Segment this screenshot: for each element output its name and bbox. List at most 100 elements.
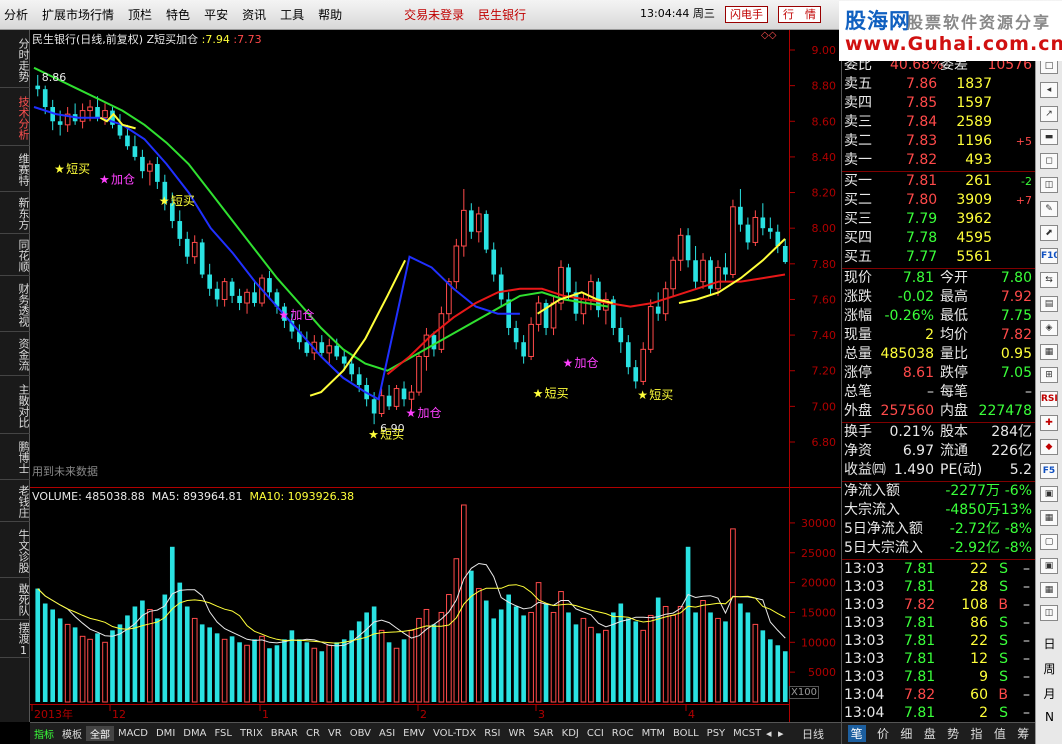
indicator-tab-20[interactable]: CCI <box>583 728 608 739</box>
indicator-tab-9[interactable]: BRAR <box>267 728 302 739</box>
indicator-tab-7[interactable]: FSL <box>210 728 236 739</box>
panel2-icon[interactable]: ▣ <box>1040 557 1058 574</box>
grid3-icon[interactable]: ▦ <box>1040 581 1058 598</box>
indicator-tab-2[interactable]: 模板 <box>58 726 86 741</box>
switch-icon[interactable]: ⇆ <box>1040 272 1058 289</box>
list-icon[interactable]: ▤ <box>1040 296 1058 312</box>
indicator-tab-10[interactable]: CR <box>302 728 324 739</box>
indicator-tab-8[interactable]: TRIX <box>236 728 267 739</box>
indicator-tab-4[interactable]: MACD <box>114 728 152 739</box>
ask-row-2: 卖二 7.83 1196 +5 <box>842 132 1035 151</box>
grid-icon[interactable]: ▦ <box>1040 343 1058 360</box>
ask-price: 7.85 <box>906 95 938 111</box>
fundamental-value: 284亿 <box>991 424 1032 440</box>
left-tab-8[interactable]: 主散对比 <box>0 376 30 434</box>
quote-button[interactable]: 行 情 <box>778 6 821 23</box>
panel-icon[interactable]: ▣ <box>1040 486 1058 503</box>
indicator-tab-14[interactable]: EMV <box>399 728 429 739</box>
fundamental-value: 1.490 <box>893 462 934 478</box>
left-tab-3[interactable]: 维赛特 <box>0 146 30 192</box>
price-tick-label: 6.80 <box>812 436 837 449</box>
signal-star-icon: ★ <box>637 388 648 402</box>
left-tab-10[interactable]: 老钱庄 <box>0 480 30 522</box>
chart-control-icons[interactable]: ◇◇ <box>761 30 776 41</box>
trend-icon[interactable]: ↗ <box>1040 105 1058 122</box>
kline-chart[interactable]: 9.00 8.80 8.60 8.40 8.20 8.00 7.80 7.60 7.40 7.20… <box>30 30 841 722</box>
left-tab-5[interactable]: 同花顺 <box>0 234 30 276</box>
indicator-tab-1[interactable]: 指标 <box>30 726 58 741</box>
indicator-tab-11[interactable]: VR <box>324 728 346 739</box>
back-icon[interactable]: ◂ <box>1040 81 1058 98</box>
indicator-tab-22[interactable]: MTM <box>638 728 669 739</box>
indicator-tab-17[interactable]: WR <box>504 728 529 739</box>
left-tab-11[interactable]: 牛文诊股 <box>0 522 30 578</box>
quote-tab-1[interactable]: 笔 <box>847 725 866 742</box>
money-flow-row-1: 净流入额 -2277万 -6% <box>842 482 1035 501</box>
cross-icon[interactable]: ✚ <box>1040 415 1058 431</box>
menu-news[interactable]: 资讯 <box>235 1 273 29</box>
diamond-icon[interactable]: ◈ <box>1040 319 1058 336</box>
left-tab-7[interactable]: 资金流 <box>0 332 30 376</box>
indicator-tab-21[interactable]: ROC <box>608 728 638 739</box>
quote-tab-7[interactable]: 值 <box>994 725 1006 742</box>
f10-icon[interactable]: F10 <box>1040 248 1058 265</box>
menu-analysis[interactable]: 分析 <box>0 1 35 29</box>
left-tab-2[interactable]: 技术分析 <box>0 88 30 146</box>
plus-box-icon[interactable]: ⊞ <box>1040 367 1058 384</box>
f5-icon[interactable]: F5 <box>1040 462 1058 479</box>
period-label[interactable]: 日线 <box>802 726 824 742</box>
indicator-tab-13[interactable]: ASI <box>375 728 399 739</box>
split2-icon[interactable]: ◫ <box>1040 605 1058 622</box>
frame-icon[interactable]: ▢ <box>1040 534 1058 550</box>
left-tab-12[interactable]: 敢死队 <box>0 578 30 620</box>
left-tab-13[interactable]: 摆渡1 <box>0 620 30 658</box>
grid2-icon[interactable]: ▦ <box>1040 510 1058 527</box>
arrow-icon[interactable]: ⬈ <box>1040 224 1058 241</box>
menu-pingan[interactable]: 平安 <box>197 1 235 29</box>
bar-icon[interactable]: ▬ <box>1040 129 1058 146</box>
indicator-tab-12[interactable]: OBV <box>346 728 375 739</box>
quote-tab-2[interactable]: 价 <box>877 725 889 742</box>
menu-top-bar[interactable]: 顶栏 <box>121 1 159 29</box>
kline-chart-area[interactable]: 9.00 8.80 8.60 8.40 8.20 8.00 7.80 7.60 7.40 7.20… <box>30 30 841 722</box>
indicator-tab-19[interactable]: KDJ <box>558 728 583 739</box>
period-button-2[interactable]: 周 <box>1036 660 1062 677</box>
indicator-tab-24[interactable]: PSY <box>703 728 730 739</box>
quote-tab-4[interactable]: 盘 <box>924 725 936 742</box>
box-icon[interactable]: ◻ <box>1040 153 1058 170</box>
split-icon[interactable]: ◫ <box>1040 177 1058 193</box>
menu-features[interactable]: 特色 <box>159 1 197 29</box>
quote-tab-5[interactable]: 势 <box>947 725 959 742</box>
left-tab-6[interactable]: 财务透视 <box>0 276 30 332</box>
menu-extended-market[interactable]: 扩展市场行情 <box>35 1 121 29</box>
indicator-tab-3[interactable]: 全部 <box>86 726 114 741</box>
menu-help[interactable]: 帮助 <box>311 1 349 29</box>
candle-body-down <box>35 85 41 90</box>
period-button-1[interactable]: 日 <box>1036 635 1062 652</box>
flash-trade-button[interactable]: 闪电手 <box>725 6 768 23</box>
indicator-tab-18[interactable]: SAR <box>529 728 557 739</box>
trade-login-status[interactable]: 交易未登录 <box>397 1 471 29</box>
indicator-tab-15[interactable]: VOL-TDX <box>429 728 480 739</box>
left-tab-4[interactable]: 新东方 <box>0 192 30 234</box>
indicator-tab-5[interactable]: DMI <box>152 728 179 739</box>
draw-icon[interactable]: ✎ <box>1040 200 1058 217</box>
indicator-tab-6[interactable]: DMA <box>179 728 210 739</box>
ask-price: 7.86 <box>906 76 938 92</box>
indicator-tab-23[interactable]: BOLL <box>669 728 703 739</box>
stat-label: 外盘 <box>844 403 872 419</box>
left-tab-1[interactable]: 分时走势 <box>0 30 30 88</box>
period-button-3[interactable]: 月 <box>1036 685 1062 702</box>
scroll-left-icon[interactable]: ◂ <box>766 727 772 740</box>
indicator-tab-16[interactable]: RSI <box>480 728 504 739</box>
quote-tab-3[interactable]: 细 <box>900 725 912 742</box>
quote-tab-6[interactable]: 指 <box>971 725 983 742</box>
left-tab-9[interactable]: 鹏博士 <box>0 434 30 480</box>
diamond-red-icon[interactable]: ◆ <box>1040 438 1058 455</box>
period-button-4[interactable]: N <box>1036 710 1062 724</box>
menu-tools[interactable]: 工具 <box>273 1 311 29</box>
scroll-right-icon[interactable]: ▸ <box>778 727 784 740</box>
rsi-icon[interactable]: RSI <box>1040 391 1058 408</box>
indicator-tab-25[interactable]: MCST <box>729 728 765 739</box>
quote-tab-8[interactable]: 筹 <box>1017 725 1029 742</box>
